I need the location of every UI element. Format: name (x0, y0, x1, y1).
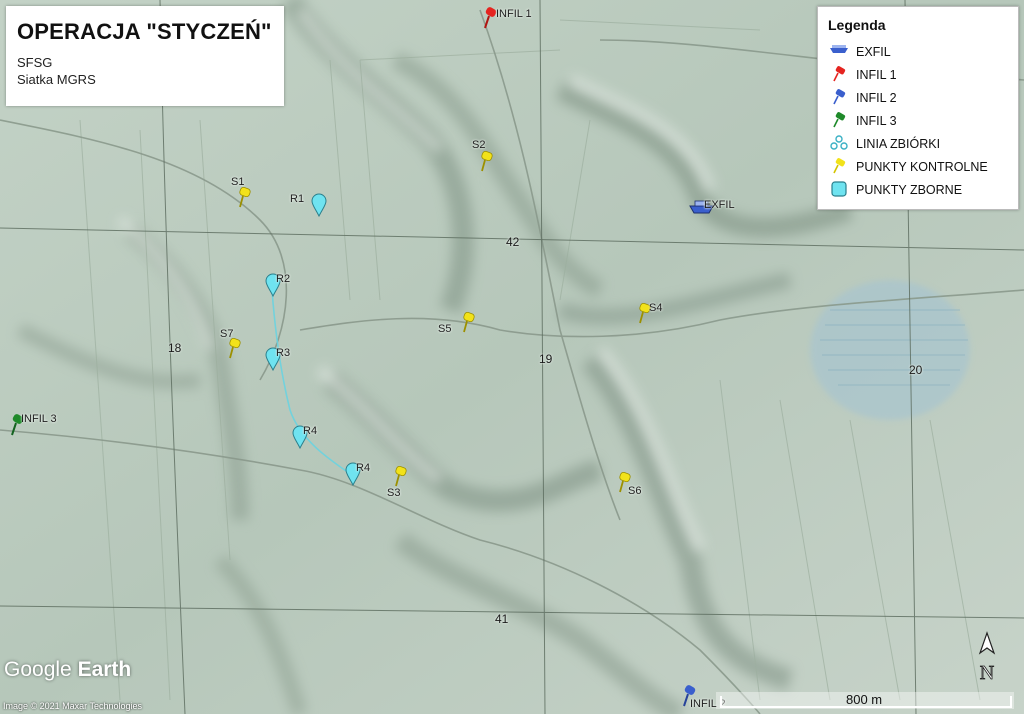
legend-title: Legenda (828, 17, 886, 33)
checkpoint-s2-label: S2 (472, 139, 486, 151)
map-title: OPERACJA "STYCZEŃ" (17, 19, 272, 44)
square-icon (831, 181, 847, 197)
checkpoint-s5-label: S5 (438, 323, 452, 335)
boat-icon (830, 45, 848, 53)
rally-point-r4-second-label: R4 (356, 462, 371, 474)
legend-item-rally-points: PUNKTY ZBORNE (826, 180, 1016, 200)
rally-point-r2-label: R2 (276, 273, 291, 285)
pushpin-icon (833, 158, 846, 174)
grid-label-19: 19 (539, 352, 553, 366)
legend-item-exfil: EXFIL (826, 42, 1016, 62)
grid-label-42: 42 (506, 235, 520, 249)
subtitle-unit: SFSG (17, 55, 53, 70)
checkpoint-s3-marker[interactable] (390, 465, 410, 489)
grid-label-18: 18 (168, 341, 182, 355)
legend-item-infil2: INFIL 2 (826, 88, 1016, 108)
route-icon (830, 135, 848, 150)
scale-bar: 800 m (716, 692, 1014, 709)
title-panel: OPERACJA "STYCZEŃ" SFSG Siatka MGRS (6, 6, 284, 106)
grid-label-20: 20 (909, 363, 923, 377)
checkpoint-s2-marker[interactable] (476, 150, 496, 174)
checkpoint-s1-marker[interactable] (234, 186, 254, 210)
subtitle-grid: Siatka MGRS (17, 72, 96, 87)
grid-label-41: 41 (495, 612, 509, 626)
rally-point-r1-label: R1 (290, 193, 305, 205)
checkpoint-s5-marker[interactable] (458, 311, 478, 335)
legend-item-infil1: INFIL 1 (826, 65, 1016, 85)
checkpoint-s3-label: S3 (387, 487, 401, 499)
checkpoint-s7-marker[interactable] (224, 337, 244, 361)
checkpoint-s6-label: S6 (628, 485, 642, 497)
rally-point-r1-marker[interactable] (311, 193, 327, 217)
pushpin-icon (833, 89, 846, 105)
checkpoint-s1-label: S1 (231, 176, 245, 188)
north-arrow-icon[interactable]: N (975, 631, 999, 692)
legend-item-infil3: INFIL 3 (826, 111, 1016, 131)
google-earth-logo: Google Earth (4, 658, 132, 681)
infil1-label: INFIL 1 (496, 8, 532, 20)
checkpoint-s4-label: S4 (649, 302, 663, 314)
rally-point-r4-label: R4 (303, 425, 318, 437)
exfil-label: EXFIL (704, 199, 735, 211)
checkpoint-s7-label: S7 (220, 328, 234, 340)
legend-panel: Legenda EXFIL INFIL 1 INFIL 2 INFIL 3 LI… (817, 6, 1019, 210)
scale-label: 800 m (846, 692, 883, 707)
legend-item-rally-line: LINIA ZBIÓRKI (826, 134, 1016, 154)
pushpin-icon (833, 66, 846, 82)
rally-point-r3-label: R3 (276, 347, 291, 359)
north-label: N (980, 662, 994, 684)
pushpin-icon (833, 112, 846, 128)
legend-item-checkpoints: PUNKTY KONTROLNE (826, 157, 1016, 177)
imagery-credit: Image © 2021 Maxar Technologies (3, 701, 143, 711)
infil3-label: INFIL 3 (21, 413, 57, 425)
